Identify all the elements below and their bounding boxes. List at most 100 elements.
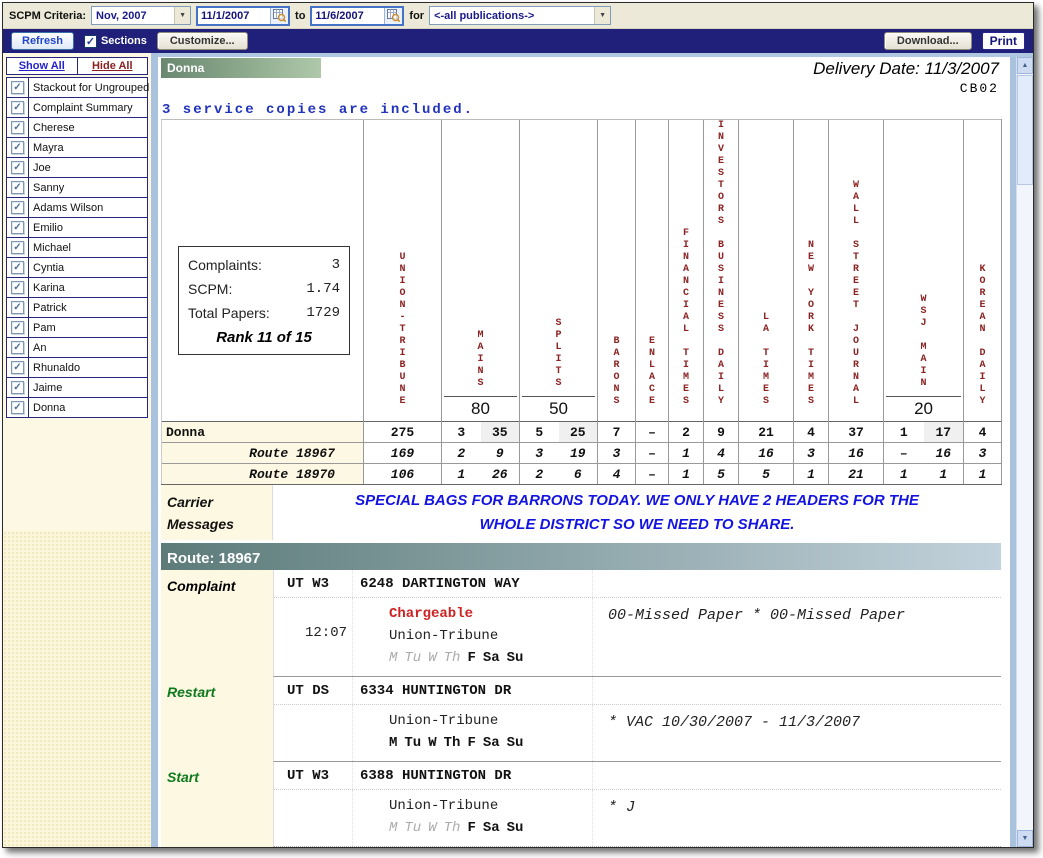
publication-dropdown[interactable]: <-all publications-> ▼	[429, 6, 611, 25]
checkbox[interactable]: ✓	[11, 141, 24, 154]
column-header-group: WSJ MAIN20	[884, 120, 964, 422]
checkbox[interactable]: ✓	[11, 221, 24, 234]
sidebar-item[interactable]: ✓Rhunaldo	[6, 357, 148, 378]
complaints-value: 3	[332, 253, 340, 277]
sidebar-item[interactable]: ✓Karina	[6, 277, 148, 298]
month-dropdown[interactable]: Nov, 2007 ▼	[91, 6, 191, 25]
service-note: 3 service copies are included.	[162, 102, 474, 118]
column-header: WALL STREET JOURNAL	[829, 120, 884, 422]
sidebar-item[interactable]: ✓Cyntia	[6, 257, 148, 278]
sidebar-item[interactable]: ✓Mayra	[6, 137, 148, 158]
checkbox[interactable]: ✓	[11, 281, 24, 294]
table-row: Route 18970 106 1 26 2 6 4 – 1 5 5 1 21 …	[162, 464, 1002, 485]
checkbox[interactable]: ✓	[11, 381, 24, 394]
checkbox[interactable]: ✓	[11, 121, 24, 134]
chevron-down-icon[interactable]: ▼	[174, 7, 190, 24]
date-from-field[interactable]: 11/1/2007	[196, 6, 290, 26]
day-token: Sa	[483, 735, 500, 751]
refresh-button[interactable]: Refresh	[11, 32, 74, 50]
carrier-messages-label: Carrier Messages	[161, 485, 273, 540]
publication-code: UT DS	[274, 683, 352, 699]
detail-entry-start-2: WS SA 2582 DOGWOOD RD Wall Street Journa…	[161, 846, 1001, 847]
day-token: M	[389, 820, 397, 836]
customize-button[interactable]: Customize...	[157, 32, 248, 50]
sidebar-item[interactable]: ✓Emilio	[6, 217, 148, 238]
checkbox[interactable]: ✓	[11, 201, 24, 214]
day-token: Th	[444, 650, 461, 666]
sidebar-item[interactable]: ✓Sanny	[6, 177, 148, 198]
date-from-value[interactable]: 11/1/2007	[198, 10, 270, 22]
sidebar-item[interactable]: ✓An	[6, 337, 148, 358]
day-token: W	[428, 820, 436, 836]
publication-value: <-all publications->	[430, 10, 594, 22]
checkbox[interactable]: ✓	[11, 161, 24, 174]
sections-checkbox[interactable]: ✓	[84, 35, 97, 48]
day-token: M	[389, 735, 397, 751]
checkbox[interactable]: ✓	[11, 361, 24, 374]
sidebar-item[interactable]: ✓Adams Wilson	[6, 197, 148, 218]
table-row: Route 18967 169 2 9 3 19 3 – 1 4 16 3 16…	[162, 443, 1002, 464]
day-token: F	[467, 650, 475, 666]
sidebar-item[interactable]: ✓Cherese	[6, 117, 148, 138]
address: 6248 DARTINGTON WAY	[352, 570, 592, 597]
chevron-down-icon[interactable]: ▼	[594, 7, 610, 24]
checkbox[interactable]: ✓	[11, 101, 24, 114]
checkbox[interactable]: ✓	[11, 261, 24, 274]
checkbox[interactable]: ✓	[11, 321, 24, 334]
checkbox[interactable]: ✓	[11, 181, 24, 194]
sidebar-item[interactable]: ✓Complaint Summary	[6, 97, 148, 118]
total-papers-link[interactable]: 275	[364, 422, 442, 443]
download-button[interactable]: Download...	[884, 32, 972, 50]
day-token: Su	[507, 820, 524, 836]
column-header-group: SPLITS50	[520, 120, 598, 422]
day-token: Su	[507, 650, 524, 666]
checkbox[interactable]: ✓	[11, 81, 24, 94]
delivery-days: MTuWThFSaSu	[389, 732, 592, 754]
carrier-band: Donna	[161, 58, 321, 78]
show-all-link[interactable]: Show All	[7, 58, 77, 74]
delivery-days: MTuWThFSaSu	[389, 647, 592, 669]
publication-name: Union-Tribune	[389, 795, 592, 817]
group-total: 50	[549, 397, 568, 421]
scrollbar-thumb[interactable]	[1017, 75, 1033, 185]
calendar-lookup-icon[interactable]	[270, 8, 288, 24]
column-header: INVESTORS BUSINESS DAILY	[704, 120, 739, 422]
sidebar-item[interactable]: ✓Patrick	[6, 297, 148, 318]
district-code: CB02	[960, 81, 999, 96]
sidebar-item[interactable]: ✓Michael	[6, 237, 148, 258]
to-label: to	[295, 10, 305, 22]
sidebar-item[interactable]: ✓Donna	[6, 397, 148, 418]
vertical-scrollbar[interactable]: ▲ ▼	[1016, 57, 1033, 847]
scroll-up-button[interactable]: ▲	[1017, 57, 1033, 74]
total-papers-label: Total Papers:	[188, 301, 270, 325]
column-header: FINANCIAL TIMES	[669, 120, 704, 422]
print-button[interactable]: Print	[982, 32, 1025, 50]
scroll-down-button[interactable]: ▼	[1017, 830, 1033, 847]
checkbox[interactable]: ✓	[11, 401, 24, 414]
entry-message: * VAC 10/30/2007 - 11/3/2007	[592, 705, 1001, 761]
route-band: Route: 18967	[161, 543, 1001, 570]
hide-all-link[interactable]: Hide All	[77, 58, 148, 74]
entry-label	[161, 846, 273, 847]
complaint-status: Chargeable	[389, 603, 592, 625]
sidebar-item[interactable]: ✓Joe	[6, 157, 148, 178]
sidebar-item[interactable]: ✓Jaime	[6, 377, 148, 398]
sections-label: Sections	[101, 35, 147, 47]
sidebar-item[interactable]: ✓Pam	[6, 317, 148, 338]
date-to-value[interactable]: 11/6/2007	[312, 10, 384, 22]
checkbox[interactable]: ✓	[11, 301, 24, 314]
checkbox[interactable]: ✓	[11, 241, 24, 254]
column-header: LA TIMES	[739, 120, 794, 422]
day-token: Th	[444, 820, 461, 836]
day-token: W	[428, 735, 436, 751]
sidebar-item[interactable]: ✓Stackout for Ungrouped	[6, 77, 148, 98]
route-papers-link[interactable]: 169	[364, 443, 442, 464]
complaints-label: Complaints:	[188, 253, 262, 277]
day-token: Sa	[483, 650, 500, 666]
entry-message: * J	[592, 790, 1001, 846]
date-to-field[interactable]: 11/6/2007	[310, 6, 404, 26]
group-total: 20	[914, 397, 933, 421]
calendar-lookup-icon[interactable]	[384, 8, 402, 24]
checkbox[interactable]: ✓	[11, 341, 24, 354]
sidebar-divider	[151, 53, 158, 847]
